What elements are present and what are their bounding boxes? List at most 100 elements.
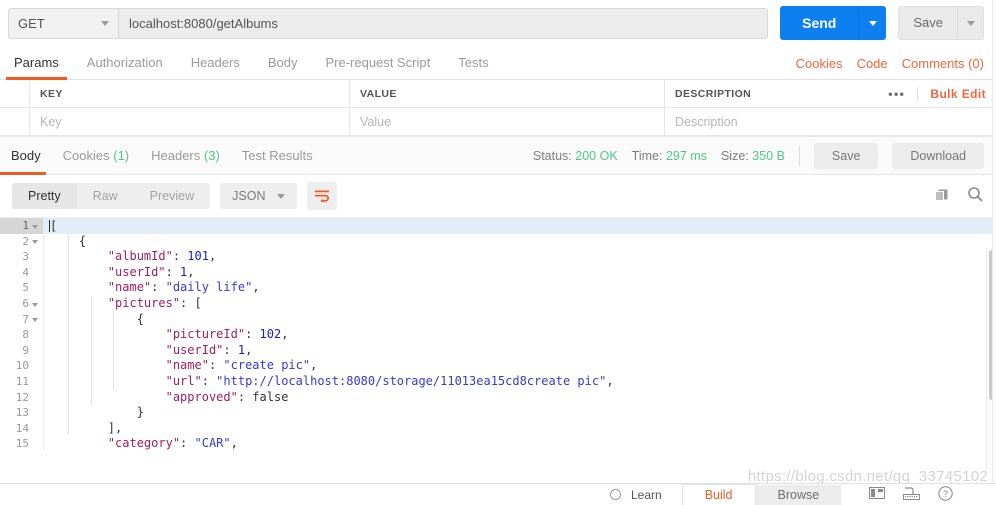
tab-params[interactable]: Params (0, 46, 73, 80)
indent-guide (68, 234, 69, 434)
url-input[interactable]: localhost:8080/getAlbums (118, 7, 769, 39)
view-mode-preview[interactable]: Preview (134, 183, 210, 209)
code-line[interactable]: 4 "userId": 1, (0, 264, 996, 281)
build-browse-toggle: Build Browse (681, 484, 842, 505)
line-number: 9 (0, 342, 44, 359)
send-options-button[interactable] (858, 6, 886, 40)
response-tab-label: Cookies (62, 148, 110, 163)
learn-label[interactable]: Learn (623, 488, 670, 502)
status-value: 200 OK (575, 148, 618, 163)
tab-body[interactable]: Body (254, 46, 312, 79)
code-line[interactable]: 7 { (0, 311, 996, 328)
response-tab-cookies[interactable]: Cookies (1) (52, 137, 140, 174)
code-line[interactable]: 8 "pictureId": 102, (0, 327, 996, 343)
chevron-down-icon (277, 193, 286, 199)
response-view-toolbar: Pretty Raw Preview JSON (0, 175, 996, 217)
code-line[interactable]: 15 "category": "CAR", (0, 436, 996, 450)
response-tab-test-results[interactable]: Test Results (231, 137, 324, 174)
response-meta: Status: 200 OK Time: 297 ms Size: 350 B … (533, 142, 984, 169)
code-line[interactable]: 14 ], (0, 420, 996, 437)
browse-tab[interactable]: Browse (755, 484, 842, 505)
response-tab-count: (3) (203, 148, 220, 163)
more-options-icon[interactable]: ••• (888, 87, 905, 101)
code-line[interactable]: 13 } (0, 405, 996, 421)
line-number: 14 (0, 420, 44, 437)
fold-triangle-icon[interactable] (32, 224, 38, 229)
code-line[interactable]: 10 "name": "create pic", (0, 358, 996, 374)
response-format-select[interactable]: JSON (220, 183, 298, 209)
code-line[interactable]: 12 "approved": false (0, 389, 996, 406)
response-tab-body[interactable]: Body (0, 137, 52, 175)
tab-label: Authorization (86, 55, 163, 70)
code-line[interactable]: 11 "url": "http://localhost:8080/storage… (0, 373, 996, 390)
footer-left-group: Learn Build Browse ? (610, 484, 953, 505)
param-description-input[interactable]: Description (665, 108, 996, 136)
save-response-button[interactable]: Save (813, 142, 879, 169)
code-line-text: [ (49, 218, 58, 233)
time-meta: Time: 297 ms (632, 149, 707, 163)
cookies-link[interactable]: Cookies (796, 56, 843, 71)
code-line[interactable]: 9 "userId": 1, (0, 342, 996, 359)
tab-label: Params (14, 55, 59, 70)
status-bar: Learn Build Browse ? (0, 483, 996, 505)
line-number: 15 (0, 436, 44, 450)
line-number: 3 (0, 249, 44, 265)
view-mode-raw[interactable]: Raw (77, 183, 134, 209)
line-number: 11 (0, 373, 44, 390)
tab-label: Tests (458, 55, 489, 70)
code-line[interactable]: 1[ (0, 218, 996, 234)
response-tab-bar: Body Cookies (1) Headers (3) Test Result… (0, 137, 996, 175)
code-line[interactable]: 6 "pictures": [ (0, 295, 996, 312)
code-line-text: "albumId": 101, (107, 249, 217, 264)
tab-headers[interactable]: Headers (177, 46, 254, 79)
param-value-input[interactable]: Value (350, 108, 665, 136)
column-header-value: VALUE (350, 80, 665, 108)
footer-icons: ? (869, 485, 953, 504)
line-number: 4 (0, 264, 44, 281)
send-button[interactable]: Send (780, 6, 887, 40)
response-body-editor[interactable]: 1[2 {3 "albumId": 101, 4 "userId": 1, 5 "n… (0, 217, 996, 450)
line-number: 5 (0, 280, 44, 296)
line-number: 6 (0, 295, 44, 312)
code-line[interactable]: 5 "name": "daily life", (0, 280, 996, 296)
fold-triangle-icon[interactable] (32, 302, 38, 307)
save-options-button[interactable] (957, 7, 983, 39)
save-request-button[interactable]: Save (898, 6, 984, 40)
http-method-select[interactable]: GET (8, 7, 118, 39)
save-button-label: Save (913, 15, 943, 30)
code-line[interactable]: 3 "albumId": 101, (0, 249, 996, 265)
tab-pre-request-script[interactable]: Pre-request Script (311, 46, 444, 79)
time-value: 297 ms (665, 148, 707, 163)
code-link[interactable]: Code (857, 56, 888, 71)
indent-guide (91, 296, 92, 406)
bulk-edit-link[interactable]: Bulk Edit (930, 87, 986, 101)
download-response-button[interactable]: Download (892, 142, 984, 169)
param-key-input[interactable]: Key (30, 108, 350, 136)
line-number: 13 (0, 405, 44, 421)
copy-icon (935, 189, 948, 201)
row-checkbox-cell[interactable] (0, 108, 30, 136)
help-button[interactable]: ? (938, 485, 953, 504)
response-tab-headers[interactable]: Headers (3) (140, 137, 231, 174)
status-meta: Status: 200 OK (533, 149, 618, 163)
find-replace-icon[interactable] (610, 489, 621, 500)
time-label: Time: (631, 148, 663, 163)
column-header-description-label: DESCRIPTION (675, 87, 752, 100)
fold-triangle-icon[interactable] (32, 240, 38, 245)
tab-tests[interactable]: Tests (444, 46, 502, 79)
code-line-text: "userId": 1, (107, 264, 195, 279)
tab-authorization[interactable]: Authorization (73, 46, 177, 79)
request-utility-links: Cookies Code Comments (0) (796, 56, 984, 79)
comments-link[interactable]: Comments (0) (902, 56, 984, 71)
keyboard-shortcuts-button[interactable] (903, 486, 921, 503)
view-mode-pretty[interactable]: Pretty (12, 183, 77, 209)
copy-button[interactable] (934, 187, 951, 206)
wrap-lines-button[interactable] (307, 182, 338, 210)
tab-label: Headers (190, 55, 240, 70)
fold-triangle-icon[interactable] (32, 318, 38, 323)
search-icon (968, 187, 983, 202)
code-line[interactable]: 2 { (0, 233, 996, 250)
search-response-button[interactable] (967, 186, 984, 206)
build-tab[interactable]: Build (681, 484, 756, 505)
two-pane-layout-button[interactable] (869, 487, 886, 502)
